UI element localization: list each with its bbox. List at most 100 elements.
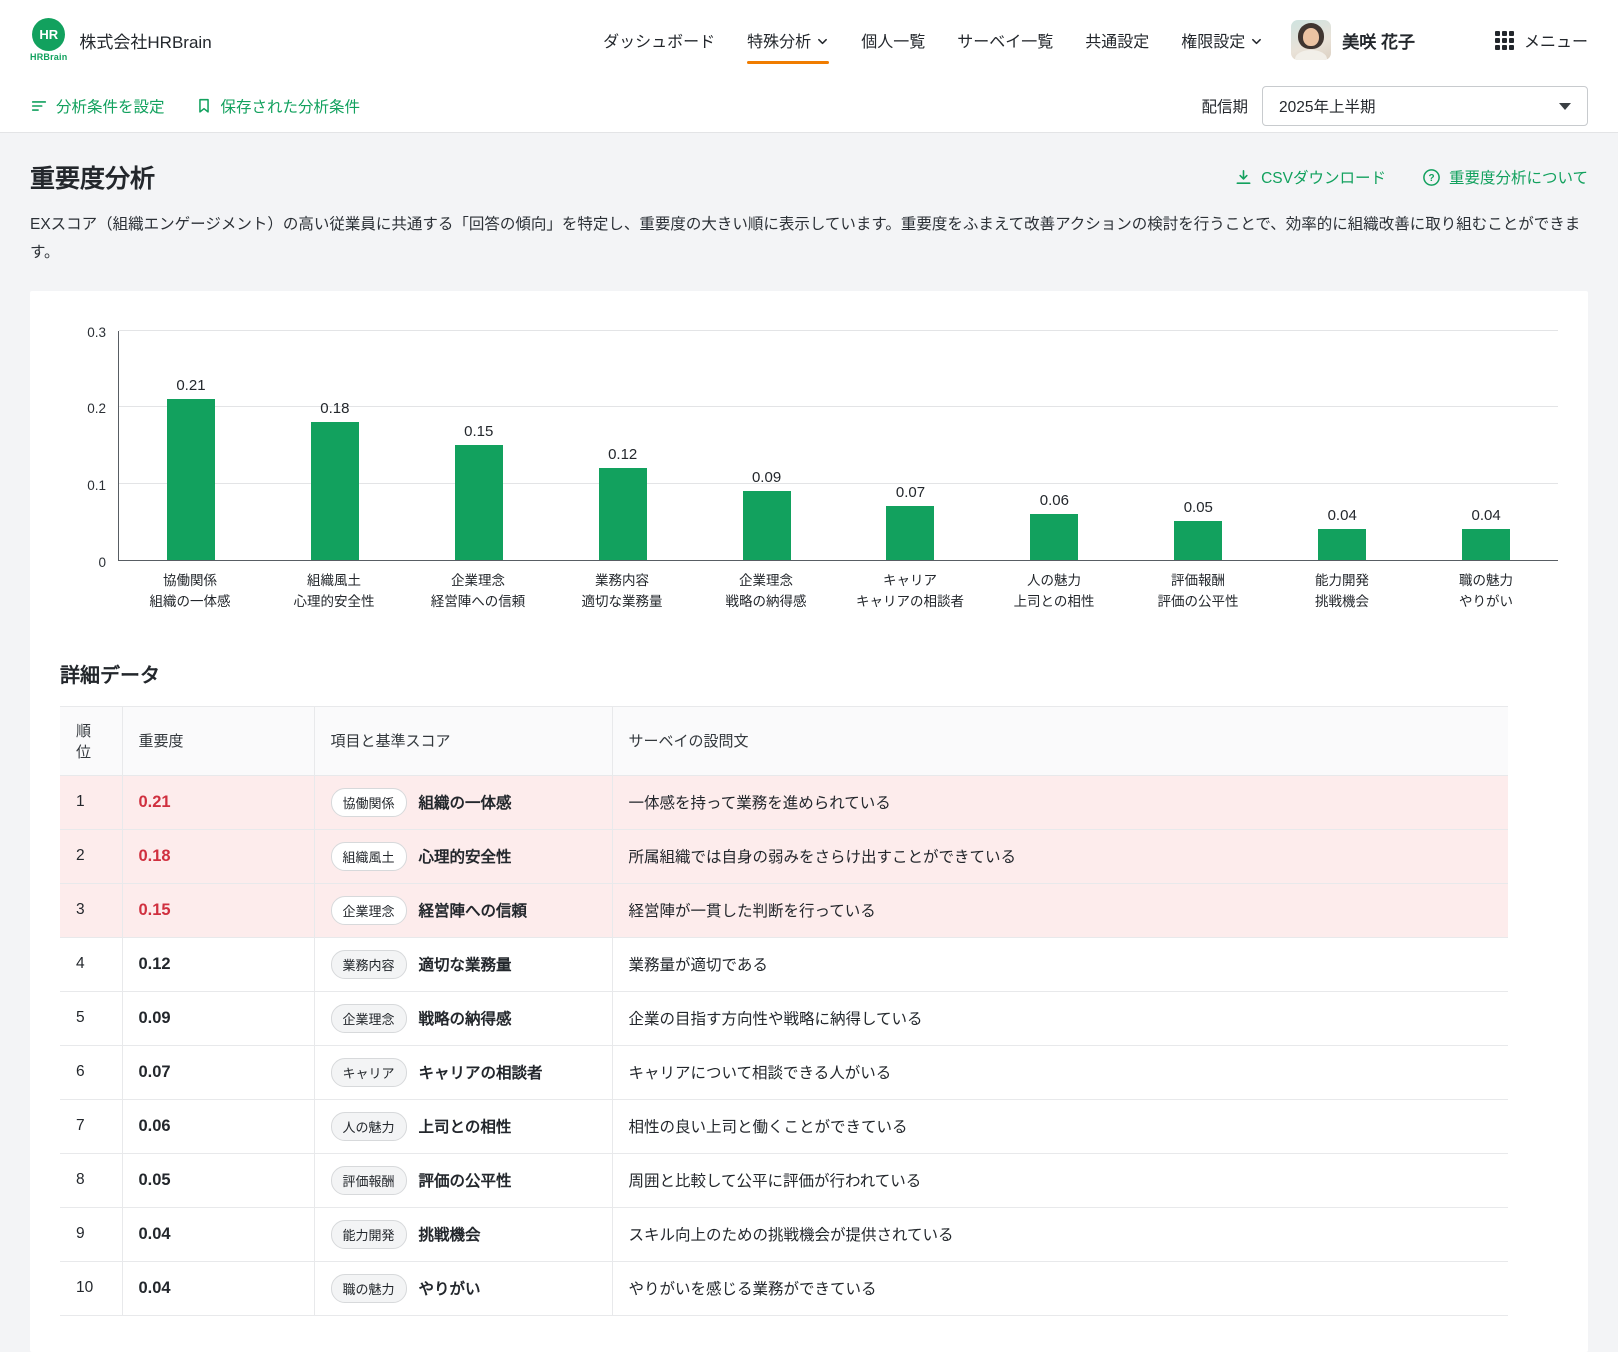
importance-cell: 0.09 [122, 991, 315, 1046]
chevron-down-icon [1559, 102, 1571, 110]
question-cell: 一体感を持って業務を進められている [612, 775, 1508, 830]
bar[interactable] [598, 467, 647, 560]
category-badge: 企業理念 [330, 1003, 407, 1033]
page-title: 重要度分析 [30, 165, 156, 193]
period-label: 配信期 [1201, 99, 1248, 116]
category-badge: 組織風土 [330, 841, 407, 871]
chart-plot-row: 0 0.1 0.2 0.3 0.21 0.18 0.15 0.12 0.09 0.07 0.06 0… [60, 325, 1558, 570]
item-name: 挑戦機会 [418, 1226, 481, 1244]
item-cell: 能力開発 挑戦機会 [314, 1207, 613, 1262]
bar-value-label: 0.06 [1039, 491, 1069, 509]
bar-column: 0.04 [1270, 331, 1414, 560]
item-cell: キャリア キャリアの相談者 [314, 1045, 613, 1100]
bar-value-label: 0.04 [1471, 507, 1501, 525]
rank-cell: 2 [60, 829, 123, 884]
avatar [1291, 20, 1332, 60]
table-header-row: 順位 重要度 項目と基準スコア サーベイの設問文 [60, 705, 1508, 776]
header-importance: 重要度 [122, 705, 315, 776]
about-importance-label: 重要度分析について [1448, 170, 1588, 187]
nav-item-common-settings[interactable]: 共通設定 [1085, 20, 1149, 60]
importance-cell: 0.04 [122, 1261, 315, 1316]
bar[interactable] [1030, 513, 1079, 560]
y-axis-tick-label: 0.3 [87, 324, 106, 340]
category-badge: 人の魅力 [330, 1111, 407, 1141]
bar[interactable] [166, 398, 215, 560]
rank-cell: 9 [60, 1207, 123, 1262]
importance-value: 0.06 [138, 1116, 171, 1135]
bar-value-label: 0.15 [464, 422, 494, 440]
chart-x-axis: 協働関係 組織の一体感 組織風土 心理的安全性 企業理念 経営陣への信頼 業務内容 適切な業務… [60, 561, 1558, 613]
importance-cell: 0.07 [122, 1045, 315, 1100]
item-name: 戦略の納得感 [418, 1010, 512, 1028]
table-row: 1 0.21 協働関係 組織の一体感 一体感を持って業務を進められている [60, 775, 1508, 830]
bar[interactable] [310, 421, 359, 560]
header-rank: 順位 [60, 705, 123, 776]
item-name: やりがい [418, 1280, 481, 1298]
svg-text:?: ? [1428, 173, 1434, 184]
nav-item-label: 権限設定 [1181, 34, 1246, 51]
grid-menu-icon [1494, 30, 1514, 50]
bar-category-label: 人の魅力 上司との相性 [1013, 572, 1095, 609]
page-title-row: 重要度分析 CSVダウンロード ? 重要度分析について [30, 159, 1588, 195]
nav-item-label: 個人一覧 [861, 34, 926, 51]
bar-value-label: 0.21 [176, 376, 206, 394]
table-row: 5 0.09 企業理念 戦略の納得感 企業の目指す方向性や戦略に納得している [60, 991, 1508, 1046]
bar-value-label: 0.04 [1327, 507, 1357, 525]
bar[interactable] [454, 444, 503, 560]
nav-item-special-analysis[interactable]: 特殊分析 [747, 20, 830, 64]
nav-item-dashboard[interactable]: ダッシュボード [603, 20, 715, 60]
main-nav: ダッシュボード 特殊分析 個人一覧 サーベイ一覧 共通設定 権限設定 [603, 20, 1263, 64]
bar-column: 0.21 [119, 331, 263, 560]
rank-cell: 4 [60, 937, 123, 992]
bar-column: 0.05 [1126, 331, 1270, 560]
detail-table-body: 1 0.21 協働関係 組織の一体感 一体感を持って業務を進められている 2 0.18 組織風… [60, 775, 1508, 1316]
user-name: 美咲 花子 [1342, 32, 1415, 52]
importance-cell: 0.06 [122, 1099, 315, 1154]
category-badge: 企業理念 [330, 895, 407, 925]
saved-analysis-conditions-button[interactable]: 保存された分析条件 [195, 95, 361, 117]
bar[interactable] [886, 506, 935, 560]
nav-item-personal-list[interactable]: 個人一覧 [861, 20, 925, 60]
importance-value: 0.05 [138, 1170, 171, 1189]
bar-category-label: 職の魅力 やりがい [1459, 572, 1513, 609]
period-select[interactable]: 2025年上半期 [1262, 86, 1588, 126]
hrbrain-logo-icon: HR HRBrain [30, 18, 67, 62]
hrbrain-logo[interactable]: HR HRBrain 株式会社HRBrain [30, 18, 212, 62]
importance-value: 0.18 [138, 846, 171, 865]
item-name: 経営陣への信頼 [418, 902, 528, 920]
category-badge: 能力開発 [330, 1219, 407, 1249]
top-navigation: HR HRBrain 株式会社HRBrain ダッシュボード 特殊分析 個人一覧 サー… [0, 0, 1618, 80]
question-cell: 相性の良い上司と働くことができている [612, 1099, 1508, 1154]
analysis-toolbar: 分析条件を設定 保存された分析条件 配信期 2025年上半期 [0, 80, 1618, 133]
item-cell: 業務内容 適切な業務量 [314, 937, 613, 992]
item-name: 組織の一体感 [418, 794, 512, 812]
bar-column: 0.04 [1414, 331, 1558, 560]
bar-value-label: 0.07 [895, 484, 926, 502]
rank-cell: 6 [60, 1045, 123, 1100]
table-row: 3 0.15 企業理念 経営陣への信頼 経営陣が一貫した判断を行っている [60, 883, 1508, 938]
bar[interactable] [1462, 529, 1511, 560]
bar[interactable] [1174, 521, 1223, 560]
nav-item-survey-list[interactable]: サーベイ一覧 [957, 20, 1053, 60]
period-value: 2025年上半期 [1279, 99, 1376, 116]
set-analysis-conditions-button[interactable]: 分析条件を設定 [30, 95, 165, 117]
nav-item-permission-settings[interactable]: 権限設定 [1181, 20, 1263, 60]
saved-analysis-conditions-label: 保存された分析条件 [220, 99, 361, 116]
bar-value-label: 0.05 [1183, 499, 1213, 517]
item-name: キャリアの相談者 [418, 1064, 543, 1082]
bar[interactable] [1318, 529, 1367, 560]
y-axis-tick-label: 0.1 [87, 478, 106, 494]
bar-column: 0.09 [695, 331, 839, 560]
bar-category-label: 企業理念 経営陣への信頼 [430, 572, 526, 609]
chevron-down-icon [1250, 33, 1263, 48]
bar-category-label: 協働関係 組織の一体感 [149, 572, 231, 609]
about-importance-link[interactable]: ? 重要度分析について [1422, 166, 1588, 188]
bar[interactable] [742, 490, 791, 560]
importance-value: 0.12 [138, 954, 171, 973]
menu-button[interactable]: メニュー [1494, 28, 1588, 52]
menu-label: メニュー [1523, 34, 1588, 51]
csv-download-button[interactable]: CSVダウンロード [1234, 166, 1386, 188]
bar-value-label: 0.09 [751, 468, 782, 486]
user-account[interactable]: 美咲 花子 [1291, 20, 1415, 60]
bar-column: 0.18 [263, 331, 407, 560]
